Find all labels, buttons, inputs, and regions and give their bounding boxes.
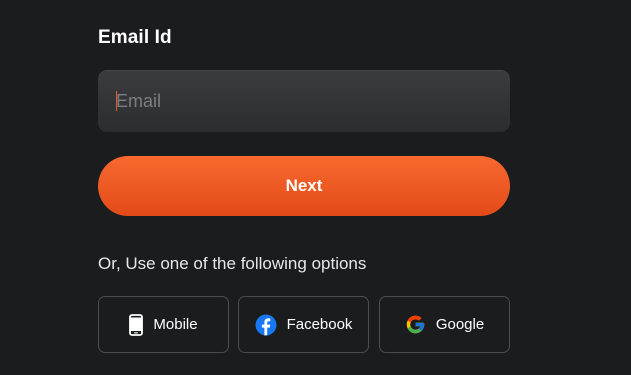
next-button[interactable]: Next bbox=[98, 156, 510, 216]
facebook-login-label: Facebook bbox=[286, 316, 353, 333]
facebook-icon bbox=[255, 314, 277, 336]
google-login-button[interactable]: Google bbox=[379, 296, 510, 353]
mobile-login-label: Mobile bbox=[153, 316, 198, 333]
alternative-options-prompt: Or, Use one of the following options bbox=[98, 254, 367, 273]
email-field[interactable] bbox=[116, 70, 496, 132]
google-login-label: Google bbox=[435, 316, 485, 333]
email-field-container[interactable] bbox=[98, 70, 510, 132]
facebook-login-button[interactable]: Facebook bbox=[238, 296, 369, 353]
email-label: Email Id bbox=[98, 27, 172, 48]
mobile-login-button[interactable]: Mobile bbox=[98, 296, 229, 353]
text-cursor bbox=[116, 91, 117, 111]
mobile-phone-icon bbox=[129, 313, 144, 336]
google-icon bbox=[405, 314, 426, 335]
alternative-login-options: Mobile Facebook Google bbox=[98, 296, 510, 353]
